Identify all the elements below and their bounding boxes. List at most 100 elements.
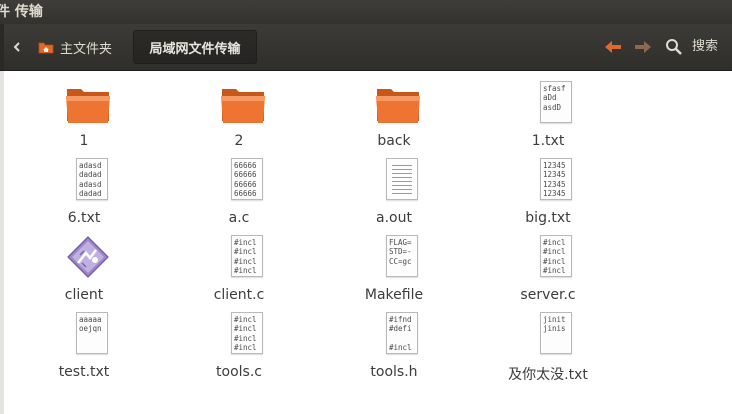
folder-icon [374, 79, 422, 127]
file-name: 1.txt [531, 133, 565, 149]
preview-line: #defi [389, 324, 412, 334]
preview-line: #incl [234, 324, 257, 334]
text-file-icon: aaaaa oejqn [64, 310, 112, 358]
preview-line: 12345 [543, 161, 566, 170]
file-name: client [64, 287, 104, 303]
file-name: server.c [520, 287, 576, 303]
preview-line: #incl [543, 247, 566, 257]
file-item-a-c[interactable]: 66666 66666 66666 66666 a.c [189, 156, 289, 234]
search-label[interactable]: 搜索 [692, 38, 718, 56]
file-name: a.c [228, 210, 250, 226]
file-item-folder-back[interactable]: back [344, 79, 444, 157]
preview-line: dadad [79, 170, 102, 180]
file-preview: FLAG= STD=- CC=gc [386, 235, 418, 277]
file-item-makefile[interactable]: FLAG= STD=- CC=gc Makefile [344, 233, 444, 311]
file-preview: adasd dadad adasd dadad [76, 158, 108, 200]
file-item-1-txt[interactable]: sfasf aDd asdD 1.txt [498, 79, 598, 157]
file-name: Makefile [364, 287, 424, 303]
preview-line: FLAG= [389, 238, 412, 247]
text-file-icon: sfasf aDd asdD [528, 79, 576, 127]
file-item-client[interactable]: client [34, 233, 134, 311]
preview-line: 66666 [234, 170, 257, 180]
file-item-folder-2[interactable]: 2 [189, 79, 289, 157]
file-item-tools-c[interactable]: #incl #incl #incl #incl tools.c [189, 310, 289, 388]
breadcrumb-current-label: 局域网文件传输 [149, 41, 241, 57]
file-item-folder-1[interactable]: 1 [34, 79, 134, 157]
preview-line: 12345 [543, 179, 566, 189]
source-file-icon: #incl #incl #incl #incl [219, 310, 267, 358]
breadcrumb-home[interactable]: 主文件夹 [30, 31, 120, 63]
home-folder-icon [38, 40, 54, 54]
preview-line: adasd [79, 179, 102, 189]
file-item-test-txt[interactable]: aaaaa oejqn test.txt [34, 310, 134, 388]
source-file-icon: 66666 66666 66666 66666 [219, 156, 267, 204]
file-name: client.c [213, 287, 265, 303]
file-preview: 66666 66666 66666 66666 [231, 158, 263, 200]
file-preview: sfasf aDd asdD [540, 81, 572, 123]
file-preview: 12345 12345 12345 12345 [540, 158, 572, 200]
file-preview: jinit jinis [540, 312, 572, 354]
preview-line: asdD [543, 102, 562, 112]
preview-line: #ifnd [389, 315, 412, 324]
file-item-jinitaimei-txt[interactable]: jinit jinis 及你太没.txt [498, 310, 598, 388]
window-title: 件 传输 [0, 4, 43, 20]
file-name: 及你太没.txt [508, 367, 588, 383]
text-file-icon: 12345 12345 12345 12345 [528, 156, 576, 204]
preview-line: #incl [543, 238, 566, 247]
preview-line: jinit [543, 315, 566, 324]
search-icon[interactable] [665, 38, 683, 56]
preview-line [389, 334, 417, 343]
file-item-server-c[interactable]: #incl #incl #incl #incl server.c [498, 233, 598, 311]
file-name: 2 [234, 133, 244, 149]
preview-line: #incl [543, 265, 566, 275]
file-grid: 1 2 back sfasf aDd asdD 1.txt adasd dada… [4, 71, 732, 414]
binary-lines [392, 165, 412, 197]
preview-line: 66666 [234, 179, 257, 189]
file-name: tools.c [216, 364, 262, 380]
file-item-6-txt[interactable]: adasd dadad adasd dadad 6.txt [34, 156, 134, 234]
text-file-icon: adasd dadad adasd dadad [64, 156, 112, 204]
window-titlebar: 件 传输 [0, 0, 732, 24]
preview-line: sfasf [543, 84, 566, 93]
forward-arrow-icon[interactable] [633, 38, 653, 56]
file-preview [386, 158, 418, 200]
file-name: test.txt [58, 364, 110, 380]
makefile-icon: FLAG= STD=- CC=gc [374, 233, 422, 281]
file-item-big-txt[interactable]: 12345 12345 12345 12345 big.txt [498, 156, 598, 234]
preview-line: #incl [234, 342, 257, 352]
preview-line: #incl [234, 247, 257, 257]
file-item-client-c[interactable]: #incl #incl #incl #incl client.c [189, 233, 289, 311]
file-preview: #incl #incl #incl #incl [540, 235, 572, 277]
file-preview: #incl #incl #incl #incl [231, 235, 263, 277]
preview-line: jinis [543, 324, 566, 334]
header-file-icon: #ifnd #defi #incl [374, 310, 422, 358]
source-file-icon: #incl #incl #incl #incl [528, 233, 576, 281]
window-edge [0, 24, 4, 70]
toolbar: 主文件夹 局域网文件传输 搜索 [0, 24, 732, 71]
preview-line: aaaaa [79, 315, 102, 324]
preview-line: oejqn [79, 324, 102, 334]
file-item-a-out[interactable]: a.out [344, 156, 444, 234]
text-file-icon: jinit jinis [528, 310, 576, 358]
preview-line: #incl [234, 265, 257, 275]
history-back-small-icon[interactable] [8, 38, 26, 56]
folder-icon [219, 79, 267, 127]
preview-line: #incl [234, 256, 257, 266]
preview-line: CC=gc [389, 256, 412, 266]
breadcrumb-current[interactable]: 局域网文件传输 [133, 30, 257, 64]
file-name: big.txt [525, 210, 571, 226]
preview-line: adasd [79, 161, 102, 170]
binary-file-icon [374, 156, 422, 204]
file-name: back [377, 133, 411, 149]
preview-line: #incl [543, 256, 566, 266]
preview-line: 12345 [543, 170, 566, 180]
preview-line: aDd [543, 93, 557, 103]
preview-line: dadad [79, 188, 102, 198]
file-item-tools-h[interactable]: #ifnd #defi #incl tools.h [344, 310, 444, 388]
preview-line: 66666 [234, 161, 257, 170]
back-arrow-icon[interactable] [603, 38, 623, 56]
file-name: 6.txt [67, 210, 101, 226]
preview-line: #incl [234, 238, 257, 247]
folder-icon [64, 79, 112, 127]
preview-line: #incl [234, 333, 257, 343]
